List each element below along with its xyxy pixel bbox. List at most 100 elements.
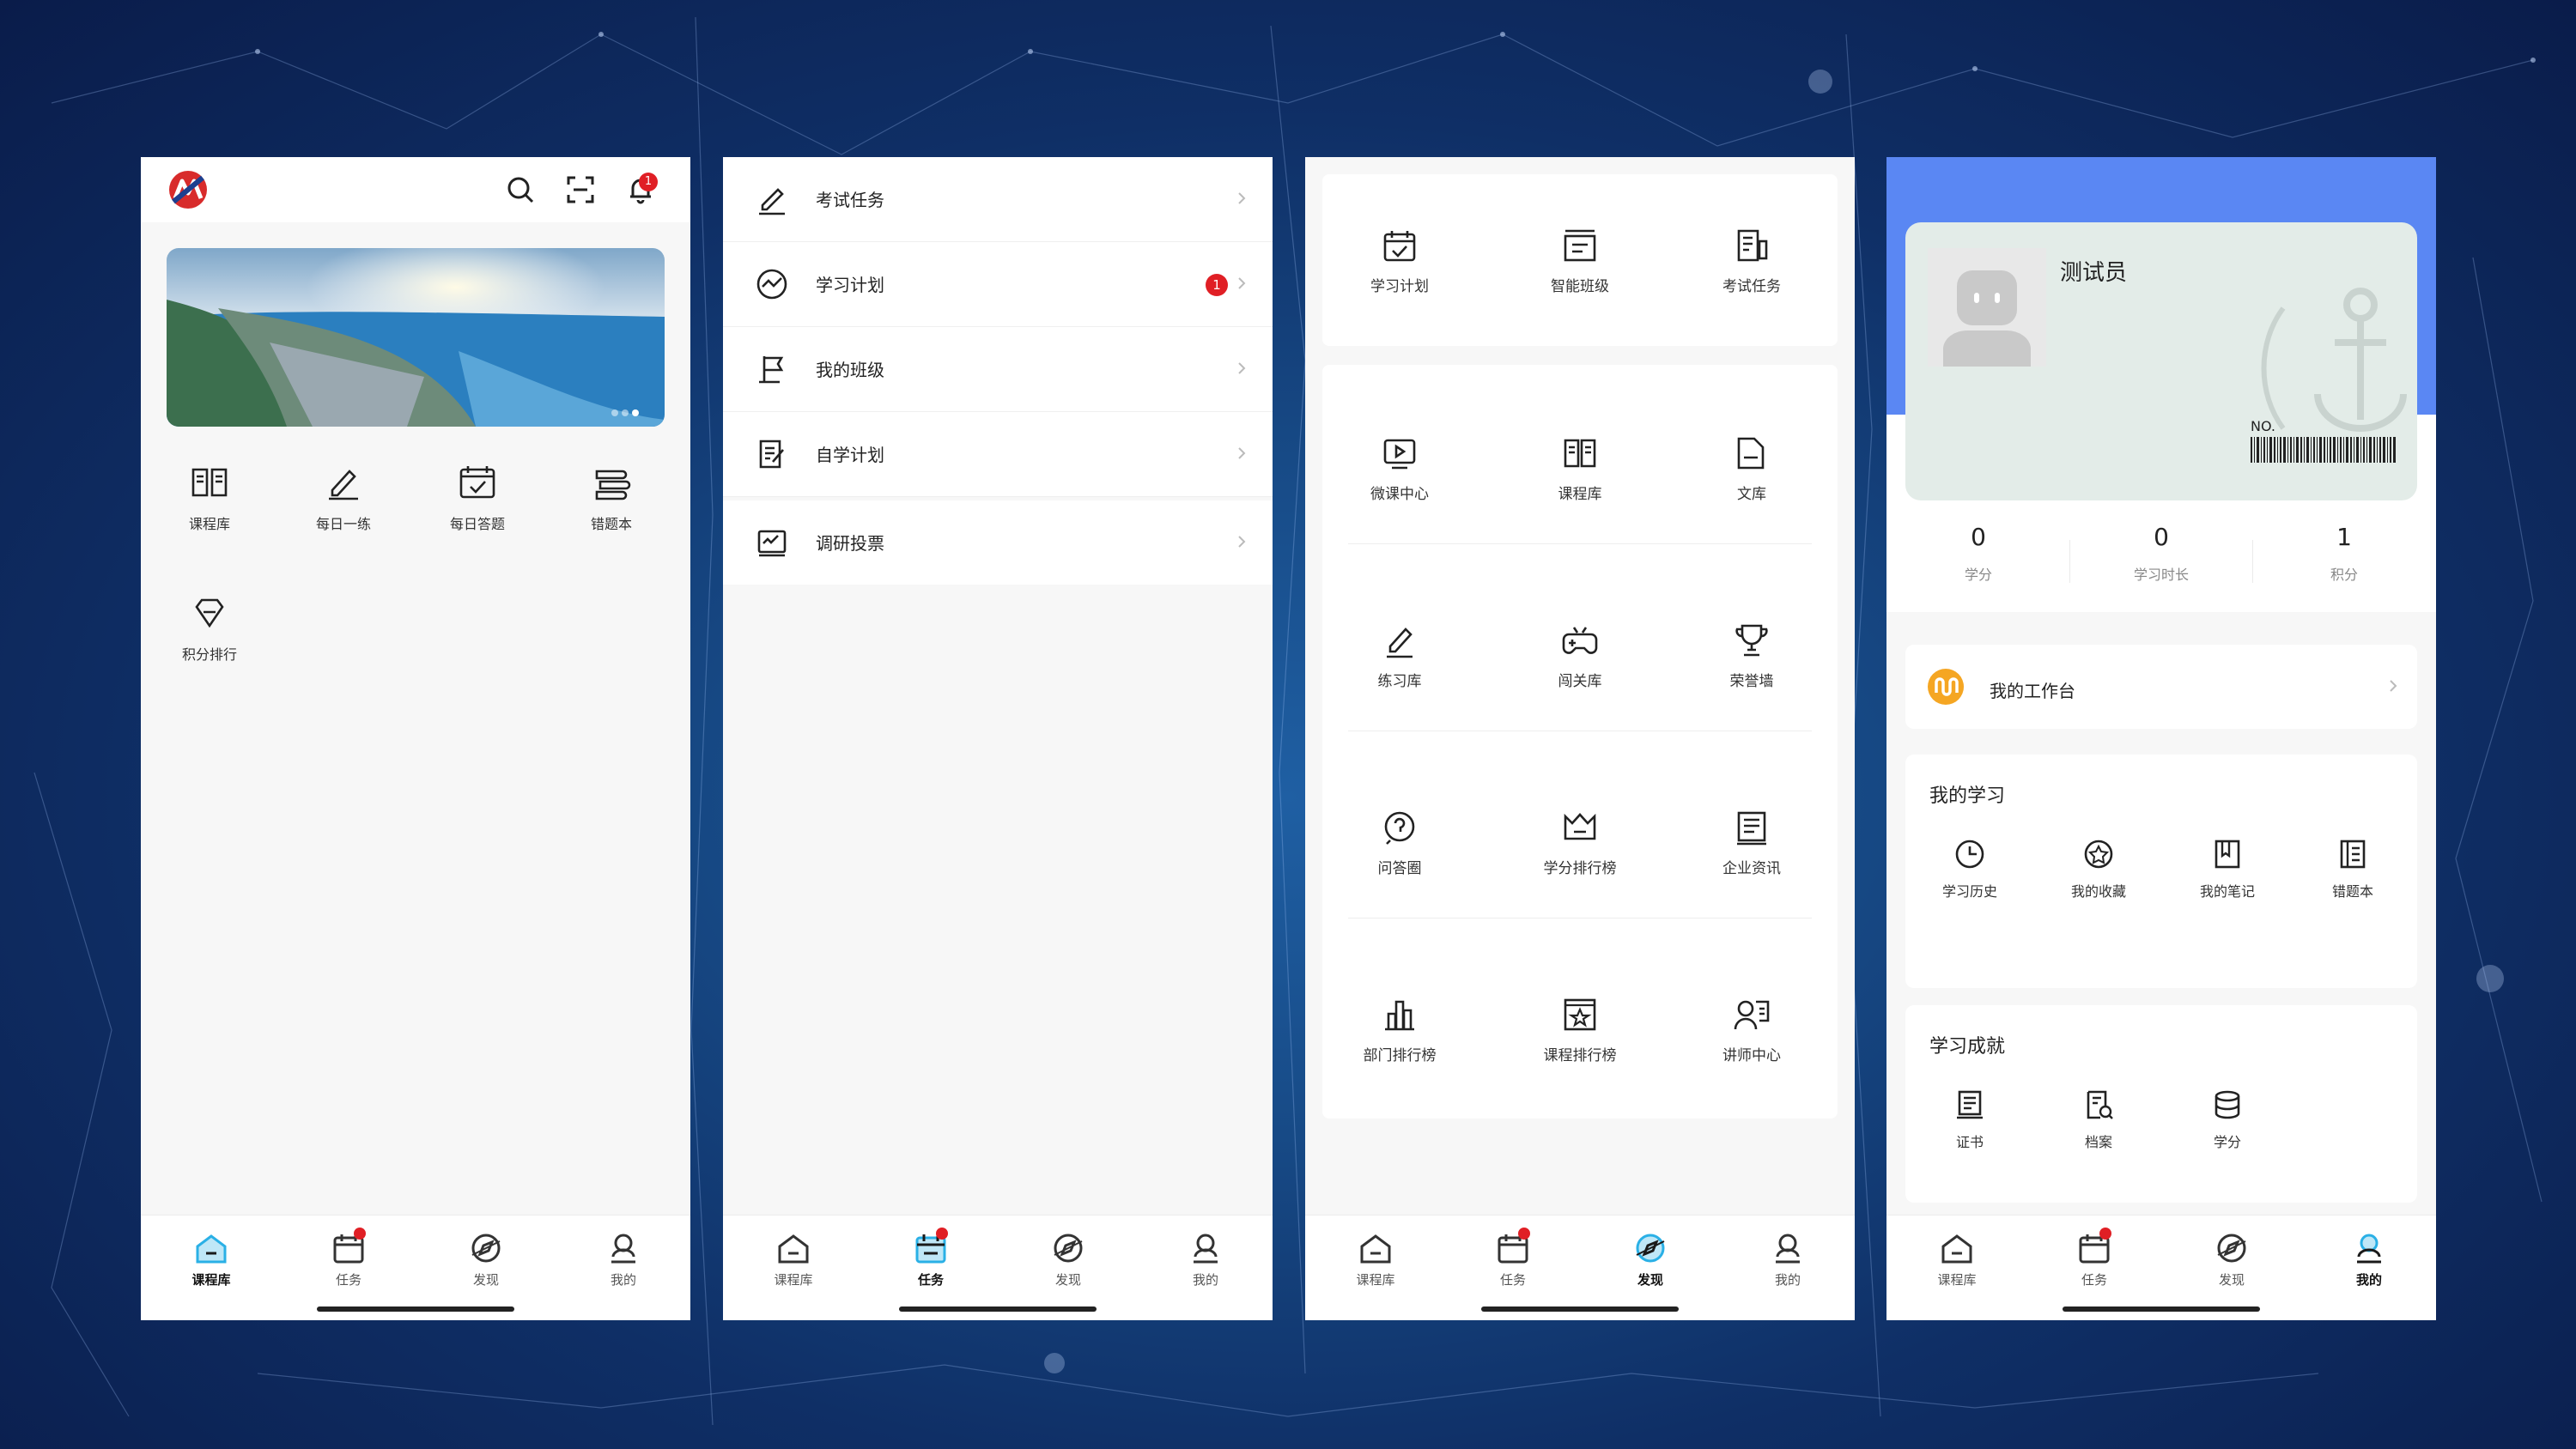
tab-course-library[interactable]: 课程库	[1324, 1229, 1427, 1288]
bottom-tab-bar: 课程库 任务 发现 我的	[1886, 1215, 2436, 1320]
phone-screen-tasks: 考试任务 学习计划 1 我的班级 自学计划 调研投票 课程库 任务 发现 我的	[723, 157, 1273, 1320]
barcode-icon	[2251, 437, 2396, 463]
grid-item-company-news[interactable]: 企业资讯	[1674, 808, 1829, 877]
tab-tasks[interactable]: 任务	[2043, 1228, 2146, 1288]
note-icon	[2215, 840, 2240, 869]
grid-item-daily-practice[interactable]: 每日一练	[283, 461, 404, 533]
tab-discover[interactable]: 发现	[2180, 1229, 2283, 1288]
question-icon	[1384, 811, 1415, 845]
discover-top-card: 学习计划 智能班级 考试任务	[1322, 174, 1838, 346]
discover-grid-card: 微课中心 课程库 文库 练习库 闯关库 荣誉墙 问答圈 学分排行榜 企业资讯 部…	[1322, 365, 1838, 1119]
workbench-entry[interactable]: 我的工作台	[1905, 645, 2417, 729]
grid-item-study-plan[interactable]: 学习计划	[1322, 226, 1477, 295]
divider	[2069, 540, 2070, 583]
grid-item-qa-circle[interactable]: 问答圈	[1322, 808, 1477, 877]
compass-icon	[1636, 1234, 1665, 1263]
grid-item-archive[interactable]: 档案	[2034, 1088, 2163, 1151]
tab-mine[interactable]: 我的	[572, 1229, 675, 1288]
phone-screen-discover: 学习计划 智能班级 考试任务 微课中心 课程库 文库 练习库 闯关库 荣誉墙 问…	[1305, 157, 1855, 1320]
grid-item-course-library[interactable]: 课程库	[1503, 433, 1657, 503]
notification-bell[interactable]: 1	[623, 173, 658, 207]
bar-chart-icon	[1385, 1000, 1414, 1031]
grid-item-daily-quiz[interactable]: 每日答题	[417, 461, 538, 533]
task-list: 考试任务 学习计划 1 我的班级 自学计划	[723, 157, 1273, 497]
tab-course-library[interactable]: 课程库	[742, 1229, 845, 1288]
grid-item-my-favorites[interactable]: 我的收藏	[2034, 837, 2163, 900]
divider	[1348, 543, 1812, 544]
calendar-check-icon	[1383, 231, 1416, 262]
grid-item-course-library[interactable]: 课程库	[149, 461, 270, 533]
tab-course-library[interactable]: 课程库	[160, 1229, 263, 1288]
banner-carousel[interactable]	[167, 248, 665, 427]
home-header: 1	[141, 157, 690, 222]
class-icon	[1564, 229, 1596, 262]
tab-mine[interactable]: 我的	[1154, 1229, 1257, 1288]
tab-discover[interactable]: 发现	[434, 1229, 538, 1288]
grid-item-exam-tasks[interactable]: 考试任务	[1674, 226, 1829, 295]
divider	[1348, 918, 1812, 919]
tab-tasks[interactable]: 任务	[297, 1228, 400, 1288]
search-icon[interactable]	[503, 173, 538, 207]
tasks-red-dot	[936, 1228, 948, 1240]
avatar-placeholder-icon	[1943, 270, 2031, 367]
tab-mine[interactable]: 我的	[1736, 1229, 1839, 1288]
grid-item-certificate[interactable]: 证书	[1905, 1088, 2034, 1151]
flag-icon	[759, 356, 784, 384]
stat-points[interactable]: 1 积分	[2258, 523, 2430, 584]
grid-item-practice-library[interactable]: 练习库	[1322, 621, 1477, 690]
tab-mine[interactable]: 我的	[2318, 1229, 2421, 1288]
stack-icon	[595, 470, 631, 500]
grid-item-study-history[interactable]: 学习历史	[1905, 837, 2034, 900]
grid-item-challenge-library[interactable]: 闯关库	[1503, 621, 1657, 690]
tab-course-library[interactable]: 课程库	[1905, 1229, 2008, 1288]
user-stats: 0 学分 0 学习时长 1 积分	[1886, 509, 2436, 612]
trophy-icon	[1735, 624, 1768, 657]
teacher-icon	[1734, 1000, 1770, 1030]
document-edit-icon	[759, 440, 784, 469]
grid-item-wrong-questions[interactable]: 错题本	[551, 461, 671, 533]
divider	[2252, 540, 2253, 583]
app-logo	[169, 171, 207, 209]
tab-discover[interactable]: 发现	[1599, 1229, 1702, 1288]
bottom-tab-bar: 课程库 任务 发现 我的	[723, 1215, 1273, 1320]
grid-item-department-ranking[interactable]: 部门排行榜	[1322, 995, 1477, 1064]
avatar[interactable]	[1928, 248, 2046, 367]
scan-icon[interactable]	[563, 173, 598, 207]
phone-screen-mine: 测试员 NO. 0 学分 0 学习时长 1 积分 我的工作台 我的学习 学习历史…	[1886, 157, 2436, 1320]
list-item-study-plan[interactable]: 学习计划 1	[723, 242, 1273, 327]
grid-item-micro-course[interactable]: 微课中心	[1322, 433, 1477, 503]
stat-study-time[interactable]: 0 学习时长	[2075, 523, 2247, 584]
list-item-my-class[interactable]: 我的班级	[723, 327, 1273, 412]
database-icon	[2215, 1090, 2240, 1119]
grid-item-course-ranking[interactable]: 课程排行榜	[1503, 995, 1657, 1064]
carousel-dots	[608, 403, 639, 420]
grid-item-honor-wall[interactable]: 荣誉墙	[1674, 621, 1829, 690]
chevron-right-icon	[2390, 680, 2397, 692]
user-icon	[1776, 1234, 1800, 1264]
grid-item-credit-ranking[interactable]: 学分排行榜	[1503, 808, 1657, 877]
grid-item-credits[interactable]: 学分	[2163, 1088, 2292, 1151]
grid-item-library[interactable]: 文库	[1674, 433, 1829, 503]
survey-icon	[757, 530, 787, 557]
list-item-exam-tasks[interactable]: 考试任务	[723, 157, 1273, 242]
tasks-red-dot	[1518, 1228, 1530, 1240]
tab-tasks[interactable]: 任务	[879, 1228, 982, 1288]
grid-item-my-notes[interactable]: 我的笔记	[2163, 837, 2292, 900]
list-item-self-study-plan[interactable]: 自学计划	[723, 412, 1273, 497]
tab-discover[interactable]: 发现	[1017, 1229, 1120, 1288]
stat-credits[interactable]: 0 学分	[1893, 523, 2064, 584]
chevron-right-icon	[1238, 277, 1246, 289]
grid-item-lecturer-center[interactable]: 讲师中心	[1674, 995, 1829, 1064]
tasks-red-dot	[2099, 1228, 2111, 1240]
chevron-right-icon	[1238, 536, 1246, 548]
grid-item-points-ranking[interactable]: 积分排行	[149, 591, 270, 664]
chevron-right-icon	[1238, 192, 1246, 204]
gamepad-icon	[1562, 627, 1598, 654]
grid-item-smart-class[interactable]: 智能班级	[1503, 226, 1657, 295]
pencil-icon	[759, 188, 785, 215]
exam-icon	[1737, 229, 1768, 262]
home-icon	[1360, 1234, 1391, 1264]
grid-item-wrong-book[interactable]: 错题本	[2288, 837, 2417, 900]
tab-tasks[interactable]: 任务	[1461, 1228, 1564, 1288]
list-item-survey-vote[interactable]: 调研投票	[723, 500, 1273, 585]
